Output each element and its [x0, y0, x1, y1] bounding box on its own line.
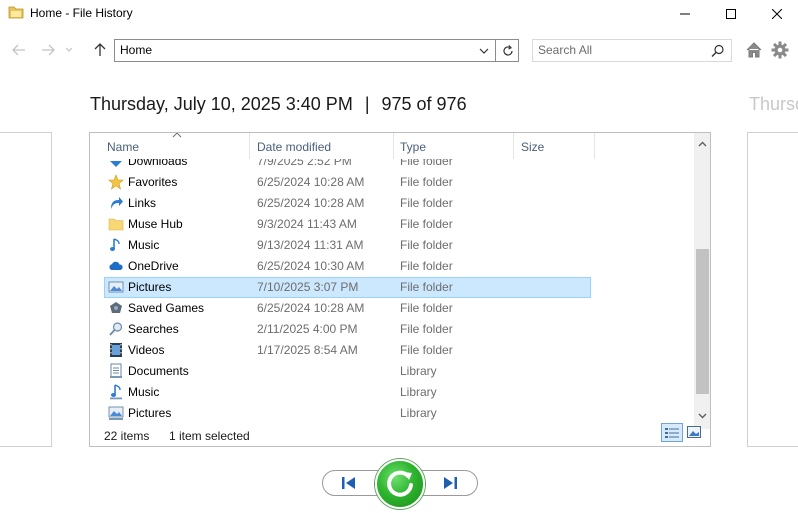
up-button[interactable]: [92, 42, 108, 58]
details-view-icon: [665, 427, 679, 438]
search-icon[interactable]: [711, 44, 725, 58]
gear-icon[interactable]: [771, 41, 789, 59]
chevron-down-icon: [479, 48, 489, 54]
minimize-icon: [680, 13, 690, 15]
close-icon: [772, 9, 782, 19]
sort-ascending-icon: [172, 133, 182, 138]
previous-version-button[interactable]: [340, 475, 358, 491]
search-folder-icon: [109, 322, 123, 336]
next-snapshot-date-preview: Thursday: [749, 94, 798, 114]
chevron-down-icon: [698, 413, 707, 418]
next-icon: [444, 477, 453, 489]
downloads-icon: [110, 161, 122, 167]
list-item-selected[interactable]: Pictures 7/10/2025 3:07 PM File folder: [104, 277, 591, 298]
column-header-size[interactable]: Size: [514, 133, 595, 159]
saved-games-icon: [110, 302, 122, 313]
snapshot-date-header: Thursday, July 10, 2025 3:40 PM | 975 of 9…: [90, 94, 467, 115]
scroll-down-button[interactable]: [694, 407, 710, 424]
refresh-icon: [502, 44, 513, 56]
column-header-name[interactable]: Name: [90, 133, 250, 159]
list-item[interactable]: Favorites 6/25/2024 10:28 AM File folder: [104, 172, 591, 193]
item-count: 22 items: [104, 429, 150, 443]
scrollbar-thumb[interactable]: [696, 249, 709, 394]
restore-button[interactable]: [375, 459, 425, 509]
home-icon[interactable]: [745, 41, 763, 59]
next-version-button[interactable]: [441, 475, 459, 491]
scroll-up-button[interactable]: [694, 135, 710, 152]
search-placeholder: Search All: [538, 43, 593, 57]
minimize-button[interactable]: [662, 0, 708, 28]
details-view-button[interactable]: [661, 423, 683, 442]
snapshot-separator: |: [364, 94, 370, 114]
title-bar: Home - File History: [0, 0, 798, 28]
documents-library-icon: [110, 363, 122, 378]
snapshot-position: 975 of 976: [381, 94, 467, 114]
star-icon: [108, 174, 124, 190]
address-bar[interactable]: Home: [114, 39, 519, 62]
restore-icon: [387, 470, 413, 497]
refresh-button[interactable]: [495, 40, 519, 61]
forward-button[interactable]: [40, 42, 56, 58]
list-item[interactable]: Links 6/25/2024 10:28 AM File folder: [104, 193, 591, 214]
address-dropdown-button[interactable]: [474, 40, 494, 61]
column-header-row: Name Date modified Type Size: [90, 133, 694, 159]
cloud-icon: [109, 261, 123, 270]
chevron-up-icon: [698, 141, 707, 146]
film-icon: [110, 343, 122, 357]
search-input[interactable]: Search All: [532, 39, 732, 62]
music-note-icon: [110, 238, 120, 251]
list-item[interactable]: OneDrive 6/25/2024 10:30 AM File folder: [104, 256, 591, 277]
back-arrow-icon: [12, 44, 25, 56]
list-item[interactable]: Muse Hub 9/3/2024 11:43 AM File folder: [104, 214, 591, 235]
maximize-button[interactable]: [708, 0, 754, 28]
list-item[interactable]: Saved Games 6/25/2024 10:28 AM File fold…: [104, 298, 591, 319]
large-icons-view-icon: [687, 426, 701, 438]
forward-arrow-icon: [42, 44, 55, 56]
recent-locations-button[interactable]: [64, 42, 74, 58]
list-item[interactable]: Videos 1/17/2025 8:54 AM File folder: [104, 340, 591, 361]
status-bar: 22 items 1 item selected: [90, 423, 710, 446]
folder-icon: [108, 218, 124, 231]
list-item[interactable]: Searches 2/11/2025 4:00 PM File folder: [104, 319, 591, 340]
list-item[interactable]: Pictures Library: [104, 403, 591, 424]
up-arrow-icon: [94, 43, 106, 56]
list-item[interactable]: Music 9/13/2024 11:31 AM File folder: [104, 235, 591, 256]
previous-snapshot-panel[interactable]: [0, 132, 52, 447]
file-list: Downloads 7/9/2025 2:52 PM File folder F…: [90, 159, 694, 429]
maximize-icon: [726, 9, 736, 19]
previous-icon: [342, 477, 345, 489]
list-item[interactable]: Documents Library: [104, 361, 591, 382]
pictures-library-icon: [108, 406, 124, 420]
selection-count: 1 item selected: [169, 429, 250, 443]
next-snapshot-panel[interactable]: [747, 132, 798, 447]
links-arrow-icon: [111, 197, 123, 209]
large-icons-view-button[interactable]: [686, 424, 702, 440]
chevron-down-icon: [65, 47, 73, 52]
file-list-panel: Name Date modified Type Size Downloads 7…: [89, 132, 711, 447]
list-item[interactable]: Music Library: [104, 382, 591, 403]
file-history-folder-icon: [8, 6, 24, 19]
close-button[interactable]: [754, 0, 798, 28]
column-header-type[interactable]: Type: [394, 133, 514, 159]
music-library-icon: [110, 384, 122, 400]
snapshot-datetime: Thursday, July 10, 2025 3:40 PM: [90, 94, 353, 114]
list-item[interactable]: Downloads 7/9/2025 2:52 PM File folder: [104, 159, 591, 172]
window-title: Home - File History: [30, 6, 133, 20]
address-text: Home: [120, 43, 153, 57]
pictures-icon: [108, 281, 124, 293]
column-header-date-modified[interactable]: Date modified: [250, 133, 394, 159]
vertical-scrollbar[interactable]: [694, 133, 710, 429]
back-button[interactable]: [11, 42, 27, 58]
